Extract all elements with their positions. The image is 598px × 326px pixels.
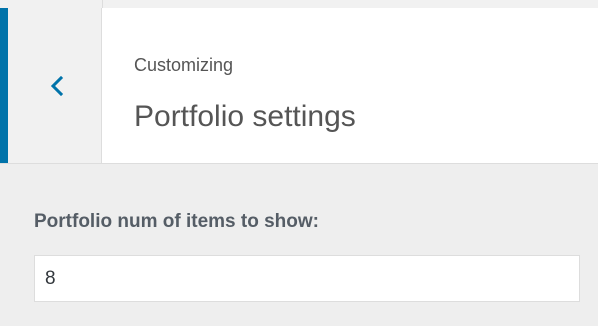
portfolio-items-input[interactable] xyxy=(34,255,580,302)
top-strip xyxy=(0,0,598,8)
back-button[interactable] xyxy=(0,8,102,163)
breadcrumb: Customizing xyxy=(134,55,234,75)
portfolio-items-label: Portfolio num of items to show: xyxy=(34,211,319,232)
section-header: Customizing Portfolio settings xyxy=(0,8,598,164)
top-strip-divider xyxy=(102,0,103,8)
page-title: Portfolio settings xyxy=(134,100,356,133)
chevron-left-icon xyxy=(50,76,64,96)
